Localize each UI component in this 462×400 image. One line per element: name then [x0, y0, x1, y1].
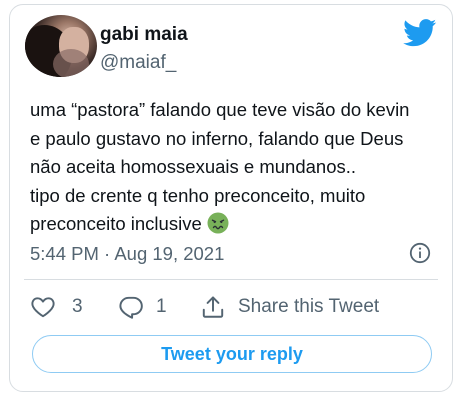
avatar[interactable] [25, 15, 97, 77]
reply-button[interactable]: 1 [118, 292, 167, 322]
divider [24, 279, 438, 280]
reply-count: 1 [156, 296, 167, 317]
tweet-line: tipo de crente q tenho preconceito, muit… [30, 184, 366, 206]
nauseated-face-emoji [207, 212, 229, 234]
like-button[interactable]: 3 [30, 292, 83, 322]
tweet-line: uma “pastora” falando que teve visão do … [30, 99, 410, 120]
info-icon[interactable] [409, 242, 431, 264]
tweet-line: preconceito inclusive [30, 213, 202, 234]
heart-icon [31, 297, 55, 318]
author-handle[interactable]: @maiaf_ [100, 52, 176, 74]
tweet-line: e paulo gustavo no inferno, falando que … [30, 127, 404, 149]
tweet-text: uma “pastora” falando que teve visão do … [30, 96, 440, 239]
share-label: Share this Tweet [238, 296, 380, 317]
share-icon [202, 296, 224, 318]
tweet-your-reply-button[interactable]: Tweet your reply [32, 335, 432, 373]
tweet-line-last: preconceito inclusive [30, 210, 440, 239]
like-count: 3 [72, 296, 83, 317]
reply-bubble-icon [119, 296, 143, 319]
share-button[interactable]: Share this Tweet [200, 292, 379, 322]
author-display-name[interactable]: gabi maia [100, 24, 188, 46]
tweet-timestamp[interactable]: 5:44 PM · Aug 19, 2021 [30, 243, 224, 265]
tweet-line: não aceita homossexuais e mundanos.. [30, 156, 357, 177]
twitter-bird-icon[interactable] [403, 19, 437, 47]
tweet-actions: 3 1 Share this Tweet [30, 292, 430, 322]
